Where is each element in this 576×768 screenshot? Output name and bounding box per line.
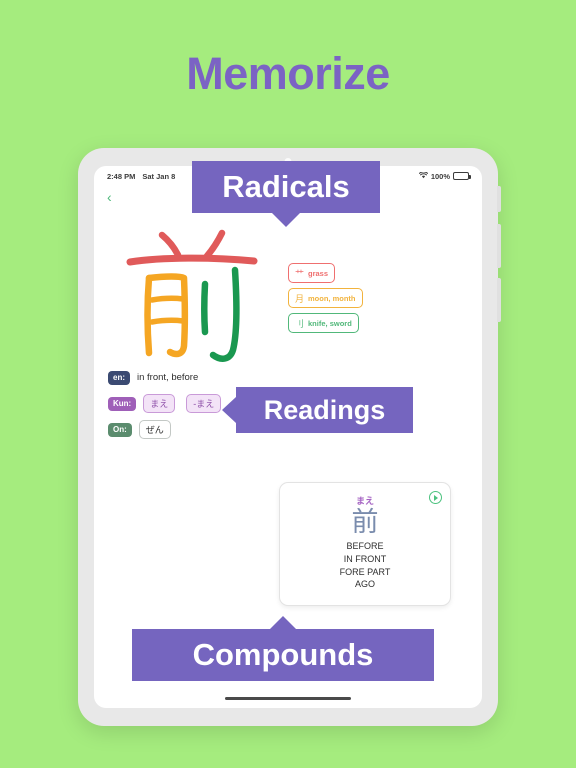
home-indicator[interactable] [225,696,351,700]
device-volume-down-button[interactable] [497,278,501,322]
compound-meaning-1: BEFORE [346,541,384,552]
readings-section: en: in front, before Kun: まえ -まえ On: ぜん [108,369,225,447]
radical-grass-glyph: 艹 [295,268,305,279]
callout-radicals: Radicals [192,161,380,213]
radical-knife[interactable]: 刂 knife, sword [288,313,359,333]
radical-grass-label: grass [308,268,329,278]
radical-moon[interactable]: 月 moon, month [288,288,363,308]
en-meaning-text: in front, before [137,372,199,383]
radical-knife-label: knife, sword [308,318,352,328]
on-label-badge: On: [108,422,132,437]
battery-percent-label: 100% [430,171,450,181]
kun-reading-chip-2[interactable]: -まえ [186,394,222,413]
compound-furigana: まえ [355,496,374,506]
compound-meanings: BEFORE IN FRONT FORE PART AGO [280,540,450,591]
play-circle-icon[interactable] [429,491,442,504]
compound-kanji: 前 [351,507,379,537]
callout-compounds: Compounds [132,629,434,681]
radical-grass[interactable]: 艹 grass [288,263,336,283]
kanji-stroke-drawing [122,222,272,372]
device-volume-up-button[interactable] [497,224,501,268]
radical-knife-glyph: 刂 [295,318,305,329]
radical-moon-label: moon, month [308,293,356,303]
compound-card[interactable]: まえ 前 BEFORE IN FRONT FORE PART AGO [279,482,451,606]
reading-row-on: On: ぜん [108,420,225,439]
status-time: 2:48 PM [107,171,136,181]
status-bar-right: 100% [418,170,471,181]
chevron-left-icon[interactable]: ‹ [107,190,112,204]
kun-reading-chip-1[interactable]: まえ [143,394,176,413]
status-bar-left: 2:48 PM Sat Jan 8 [107,172,175,181]
status-date: Sat Jan 8 [142,171,176,181]
reading-row-en: en: in front, before [108,369,225,386]
compound-meaning-3: FORE PART [339,566,391,577]
page-title: Memorize [186,48,390,99]
on-reading-chip-1[interactable]: ぜん [138,420,171,439]
compound-meaning-4: AGO [354,579,375,590]
compound-meaning-2: IN FRONT [343,553,387,564]
kun-label-badge: Kun: [108,396,137,411]
callout-readings: Readings [236,387,413,433]
reading-row-kun: Kun: まえ -まえ [108,394,225,413]
radical-tag-list: 艹 grass 月 moon, month 刂 knife, sword [288,263,363,338]
device-power-button[interactable] [497,186,501,212]
wifi-icon [418,170,429,181]
battery-full-icon [453,172,471,180]
en-label-badge: en: [108,370,130,385]
radical-moon-glyph: 月 [295,293,305,304]
